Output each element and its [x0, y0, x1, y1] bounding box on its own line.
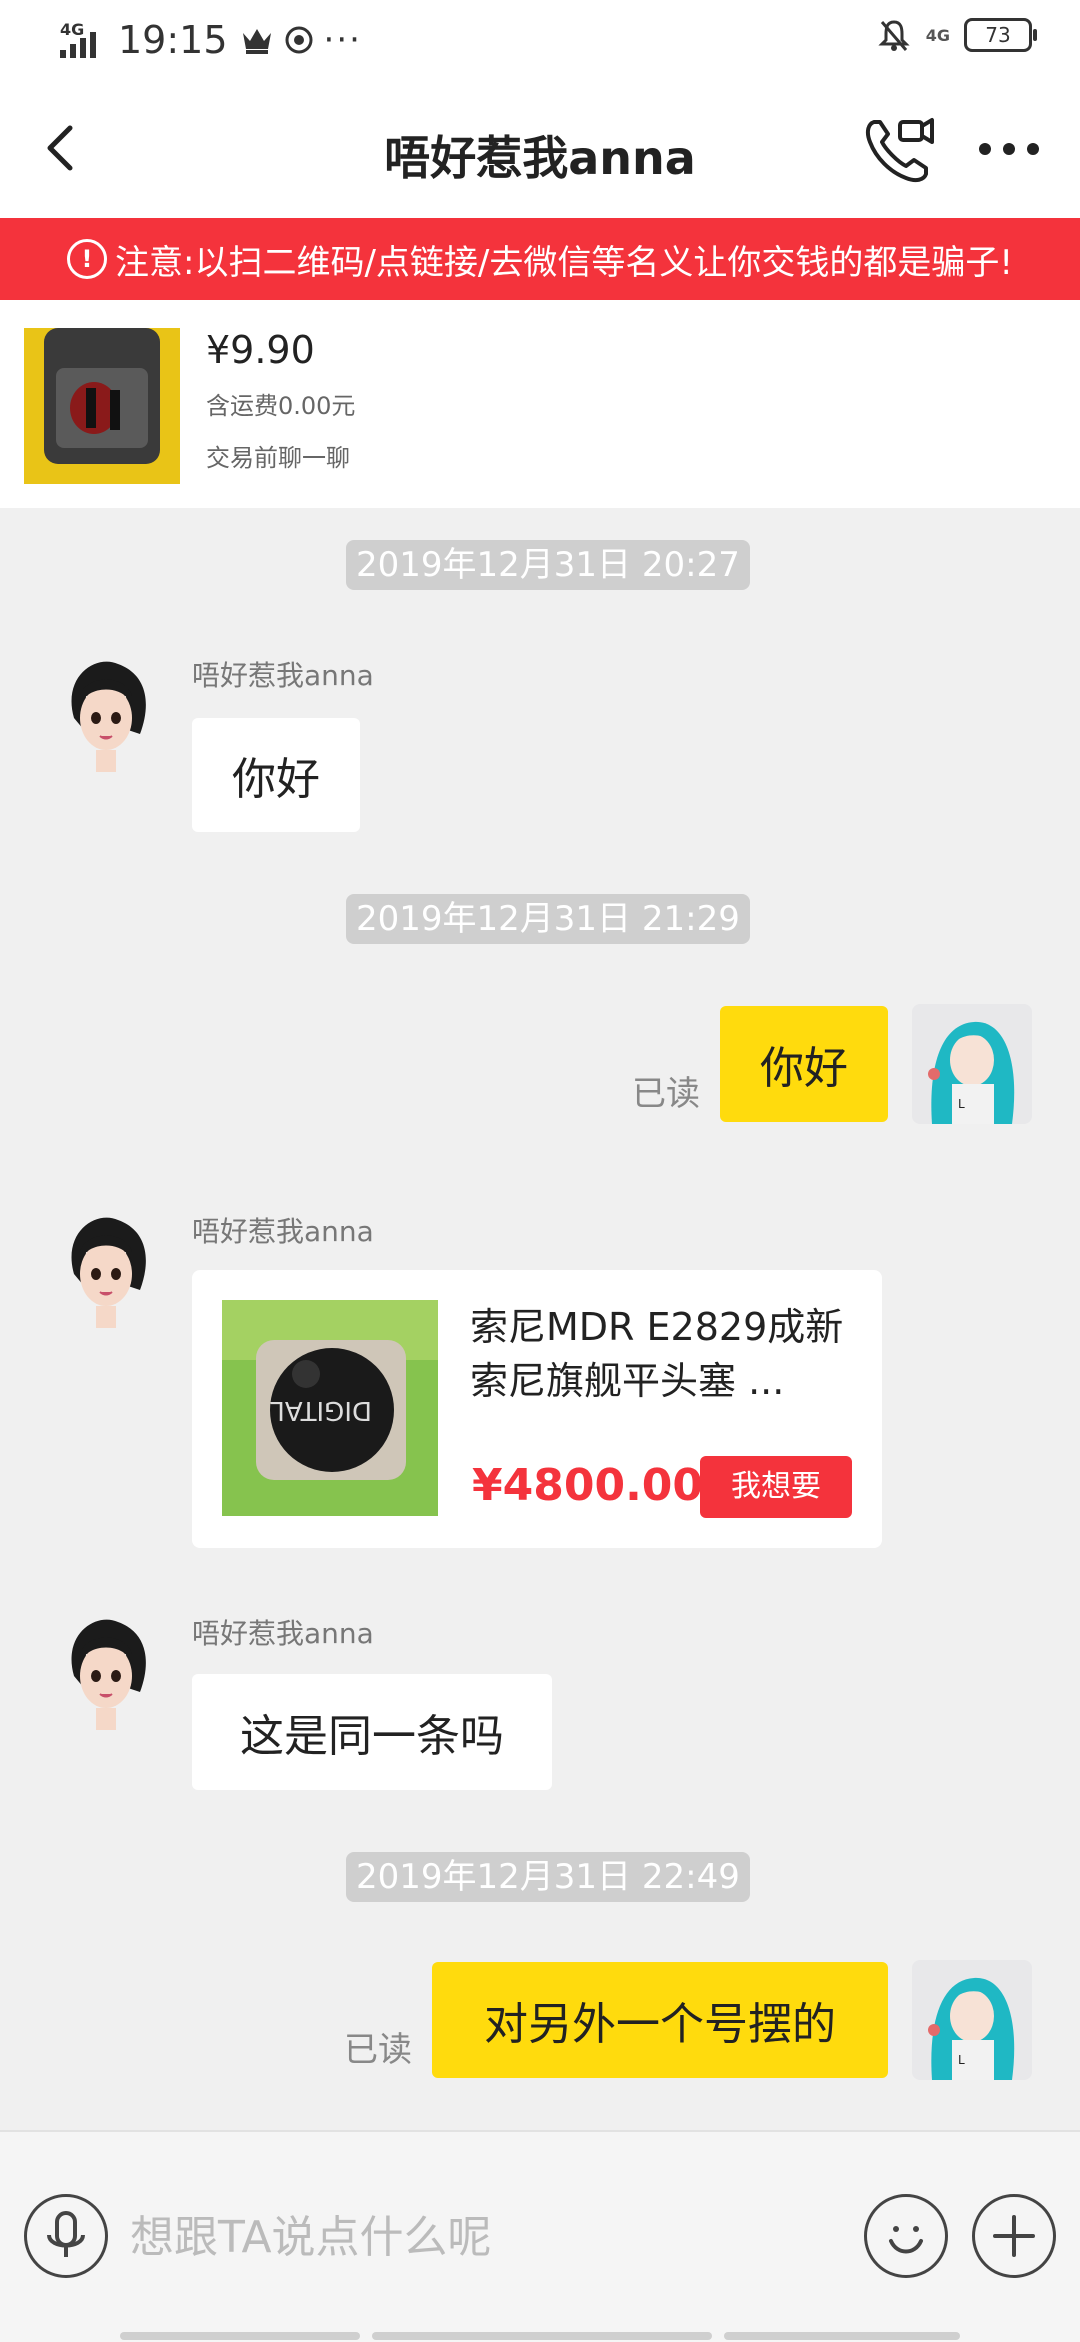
read-status: 已读 [344, 2030, 412, 2070]
svg-text:L: L [958, 1097, 965, 1111]
emoji-icon[interactable] [864, 2194, 948, 2278]
nav-bar-segment [724, 2332, 960, 2340]
product-summary[interactable]: ¥9.90 含运费0.00元 交易前聊一聊 [0, 300, 1080, 508]
product-shipping: 含运费0.00元 [206, 392, 356, 420]
status-time: 19:15 [118, 18, 228, 62]
want-button[interactable]: 我想要 [700, 1456, 852, 1518]
message-bubble-mine[interactable]: 对另外一个号摆的 [432, 1962, 888, 2078]
battery-icon: 73 [964, 18, 1037, 52]
signal-icon: 4G [58, 20, 108, 60]
product-card[interactable]: DIGITAL 索尼MDR E2829成新索尼旗舰平头塞 ... ¥4800.0… [192, 1270, 882, 1548]
plus-icon[interactable] [972, 2194, 1056, 2278]
product-price: ¥9.90 [206, 328, 315, 372]
message-bubble[interactable]: 这是同一条吗 [192, 1674, 552, 1790]
status-bar: 4G 19:15 ··· 4G 73 [0, 0, 1080, 84]
card-product-image[interactable]: DIGITAL [222, 1300, 438, 1516]
svg-text:DIGITAL: DIGITAL [270, 1395, 372, 1425]
mute-bell-icon [878, 20, 910, 51]
scam-warning-banner: ! 注意:以扫二维码/点链接/去微信等名义让你交钱的都是骗子! [0, 218, 1080, 300]
sync-icon [285, 26, 313, 54]
svg-text:L: L [958, 2053, 965, 2067]
my-avatar[interactable]: L [912, 1960, 1032, 2080]
sender-name: 唔好惹我anna [192, 659, 374, 692]
timestamp: 2019年12月31日 22:49 [346, 1852, 750, 1902]
timestamp: 2019年12月31日 20:27 [346, 540, 750, 590]
card-product-price: ¥4800.00 [472, 1460, 704, 1511]
contact-avatar[interactable] [56, 656, 156, 772]
product-chat-hint: 交易前聊一聊 [206, 444, 350, 472]
network-label: 4G [60, 20, 85, 39]
video-call-icon[interactable] [860, 112, 936, 188]
battery-level: 73 [985, 23, 1011, 47]
message-input[interactable] [128, 2204, 832, 2270]
status-more-icon: ··· [323, 20, 362, 60]
nav-bar-segment [120, 2332, 360, 2340]
chat-header: 唔好惹我anna [0, 84, 1080, 218]
mic-icon[interactable] [24, 2194, 108, 2278]
read-status: 已读 [632, 1074, 700, 1114]
message-bubble-mine[interactable]: 你好 [720, 1006, 888, 1122]
crown-icon [242, 29, 271, 54]
contact-avatar[interactable] [56, 1212, 156, 1328]
message-bubble[interactable]: 你好 [192, 718, 360, 832]
contact-avatar[interactable] [56, 1614, 156, 1730]
warning-icon: ! [67, 239, 107, 279]
product-thumbnail[interactable] [24, 328, 180, 484]
my-avatar[interactable]: L [912, 1004, 1032, 1124]
nav-bar-segment [372, 2332, 712, 2340]
warning-text: 注意:以扫二维码/点链接/去微信等名义让你交钱的都是骗子! [115, 242, 1013, 283]
message-input-bar [0, 2130, 1080, 2342]
sender-name: 唔好惹我anna [192, 1617, 374, 1650]
card-product-title: 索尼MDR E2829成新索尼旗舰平头塞 ... [470, 1305, 844, 1403]
sender-name: 唔好惹我anna [192, 1215, 374, 1248]
timestamp: 2019年12月31日 21:29 [346, 894, 750, 944]
more-dots-icon[interactable] [976, 134, 1042, 164]
network-label-right: 4G [925, 25, 950, 45]
